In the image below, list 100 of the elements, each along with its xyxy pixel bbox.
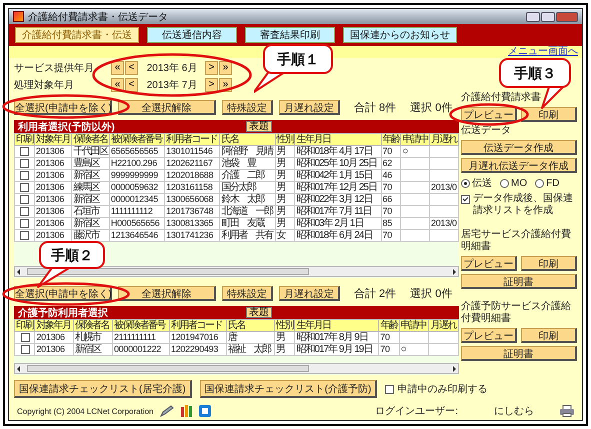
table-cell: 66 [381,194,401,206]
print-checkbox[interactable] [20,146,30,156]
select-all-button[interactable]: 全選択(申請中を除く) [14,100,112,115]
print-checkbox[interactable] [20,344,30,354]
print-checkbox[interactable] [20,218,30,228]
step-tooltip: 手順１ [254,44,334,94]
table-cell: 男 [275,170,295,182]
late-settings-button[interactable]: 月遅れ設定 [279,286,340,301]
table-cell: 新宿区 [72,194,110,206]
table-cell: 70 [381,182,401,194]
table-cell: 2013/0 [430,218,458,230]
close-button[interactable] [556,12,578,22]
table-cell: 201306 [34,206,72,218]
print-button[interactable]: 印刷 [521,256,577,271]
horizontal-scrollbar[interactable] [14,266,459,277]
preview-button[interactable]: プレビュー [461,107,517,122]
menu-link[interactable]: メニュー画面へ [508,46,578,58]
table-cell: 昭和017年 7月 11日 [294,206,382,218]
table-cell: 女 [275,230,295,242]
next-button[interactable]: > [205,60,218,74]
maximize-button[interactable] [541,12,555,22]
print-checkbox[interactable] [20,206,30,216]
table-cell: 新宿区 [72,170,110,182]
radio-button[interactable] [461,178,470,188]
select-all-button[interactable]: 全選択(申請中を除く) [14,286,112,301]
create-late-data-button[interactable]: 月遅れ伝送データ作成 [461,158,577,173]
table-cell: 昭和042年 1月 15日 [294,170,382,182]
first-button[interactable]: « [111,60,124,74]
tab[interactable]: 伝送通信内容 [147,27,237,43]
radio-label: FD [546,178,560,188]
step-tooltip: 手順２ [30,241,110,289]
certificate-button[interactable]: 証明書 [461,346,577,361]
column-header: 対象年月 [34,134,72,146]
table-cell: 札幌市 [74,332,112,344]
table-cell: 昭和018年 6月 24日 [294,230,382,242]
table-cell: 0000001222 [112,344,170,356]
tab[interactable]: 国保連からのお知らせ [343,27,457,43]
table-cell: 福祉 太郎 [226,344,274,356]
pencil-icon[interactable] [160,405,174,417]
radio-button[interactable] [500,178,509,188]
table-cell: 男 [274,332,295,344]
table-cell: 2013/0 [430,182,458,194]
print-checkbox[interactable] [20,332,30,342]
window-icon[interactable] [198,405,211,417]
column-header: 対象年月 [34,320,74,332]
checklist-button[interactable]: 国保連請求チェックリスト(介護予防) [200,380,378,398]
table-cell: 介護 二郎 [220,170,276,182]
radio-button[interactable] [535,178,544,188]
table-cell: 0000012345 [109,194,165,206]
checkbox-label: データ作成後、国保連請求リストを作成 [473,193,574,217]
print-checkbox[interactable] [20,158,30,168]
table-cell: 201306 [34,146,72,158]
table-cell: 唐 [226,332,274,344]
total-count: 合計 2件 [354,286,396,301]
checkbox[interactable] [385,384,394,394]
minimize-button[interactable] [526,12,540,22]
print-checkbox[interactable] [20,170,30,180]
print-checkbox[interactable] [20,194,30,204]
deselect-all-button[interactable]: 全選択解除 [118,100,216,115]
printer-icon[interactable] [560,405,574,417]
special-settings-button[interactable]: 特殊設定 [222,100,273,115]
print-checkbox[interactable] [20,230,30,240]
table-cell: 70 [378,332,400,344]
print-button[interactable]: 印刷 [521,328,577,343]
title-button[interactable]: 表題 [246,121,272,132]
title-button[interactable]: 表題 [246,307,272,318]
table-cell: 昭和017年 8月 9日 [294,332,379,344]
deselect-all-button[interactable]: 全選択解除 [118,286,216,301]
table-cell: 70 [378,344,400,356]
user-name: にしむら [494,405,534,418]
horizontal-scrollbar[interactable] [14,363,459,374]
previous-button[interactable]: < [125,78,138,92]
table-cell: 鈴木 太郎 [220,194,276,206]
print-checkbox[interactable] [20,182,30,192]
create-data-button[interactable]: 伝送データ作成 [461,140,577,155]
radio-label: MO [511,178,528,188]
print-button[interactable]: 印刷 [521,107,577,122]
checkbox[interactable] [461,195,470,204]
radio-label: 伝送 [472,177,492,190]
checklist-button[interactable]: 国保連請求チェックリスト(居宅介護) [14,380,192,398]
last-button[interactable]: » [219,60,232,74]
late-settings-button[interactable]: 月遅れ設定 [279,100,340,115]
column-header: 被保険者番号 [112,320,170,332]
special-settings-button[interactable]: 特殊設定 [222,286,273,301]
books-icon[interactable] [180,405,193,417]
certificate-button[interactable]: 証明書 [461,274,577,289]
table-cell: 新宿区 [74,344,112,356]
tab[interactable]: 介護給付費請求書・伝送 [15,27,139,43]
table-cell: 201306 [34,332,74,344]
next-button[interactable]: > [205,78,218,92]
preview-button[interactable]: プレビュー [461,256,517,271]
tab[interactable]: 審査結果印刷 [245,27,335,43]
previous-button[interactable]: < [125,60,138,74]
table-cell: 201306 [34,158,72,170]
table-cell: 70 [381,146,401,158]
column-header: 生年月日 [294,134,382,146]
selected-count: 選択 0件 [410,287,452,301]
table-cell: 昭和018年 4月 17日 [294,146,382,158]
preview-button[interactable]: プレビュー [461,328,517,343]
table-cell: 阿倍野 見晴 [220,146,276,158]
